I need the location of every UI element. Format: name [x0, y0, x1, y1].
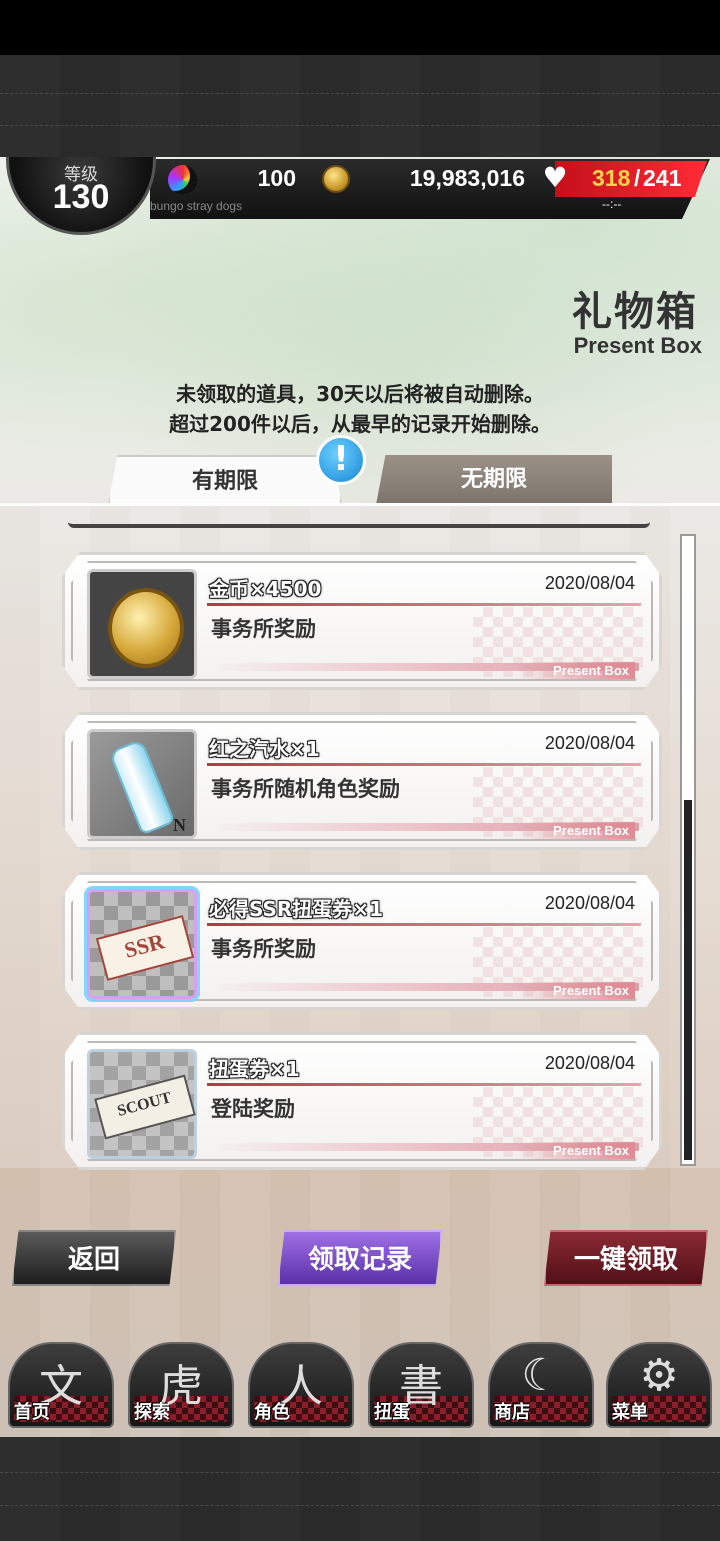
item-description: 登陆奖励 — [211, 1097, 295, 1121]
shop-crescent-icon: ☾ — [521, 1350, 561, 1401]
present-item[interactable]: 扭蛋券×1 2020/08/04 登陆奖励 Present Box — [62, 1032, 662, 1170]
top-letterbox — [0, 55, 720, 157]
stamina-separator: / — [634, 165, 641, 191]
gem-count: 100 — [257, 165, 296, 191]
item-description: 事务所奖励 — [211, 617, 316, 641]
notice-line-1: 未领取的道具，30天以后将被自动删除。 — [176, 382, 544, 406]
item-date: 2020/08/04 — [544, 733, 635, 753]
tab-limited[interactable]: 有期限 — [108, 455, 342, 505]
item-footer: Present Box — [513, 982, 635, 999]
nav-label: 菜单 — [612, 1402, 648, 1423]
present-item[interactable]: N 红之汽水×1 2020/08/04 事务所随机角色奖励 Present Bo… — [62, 712, 662, 850]
nav-label: 扭蛋 — [374, 1402, 410, 1423]
present-item[interactable]: 必得SSR扭蛋券×1 2020/08/04 事务所奖励 Present Box — [62, 872, 662, 1010]
scrollbar-thumb[interactable] — [684, 800, 692, 1160]
item-name: 金币×4500 — [209, 577, 322, 601]
stamina-max: 241 — [643, 165, 682, 191]
status-bar-area — [0, 0, 720, 55]
game-subtitle: bungo stray dogs — [150, 199, 243, 213]
tab-unlimited[interactable]: 无期限 — [376, 455, 612, 505]
rainbow-crescent-icon — [168, 165, 198, 195]
nav-label: 角色 — [254, 1402, 290, 1423]
page-title: 礼物箱 — [572, 289, 698, 335]
gold-coin-icon — [322, 165, 350, 193]
game-screen: bungo stray dogs 100 19,983,016 ♥ 318 / … — [0, 157, 720, 1437]
nav-menu[interactable]: ⚙ 菜单 — [606, 1342, 712, 1428]
bottom-nav: 文 首页 虎 探索 人 角色 書 扭蛋 ☾ 商店 ⚙ 菜单 — [0, 1322, 720, 1437]
item-footer: Present Box — [513, 822, 635, 839]
nav-label: 探索 — [134, 1402, 170, 1423]
nav-characters[interactable]: 人 角色 — [248, 1342, 354, 1428]
list-scrollbar[interactable] — [680, 534, 696, 1166]
item-name: 扭蛋券×1 — [209, 1057, 300, 1081]
gear-icon: ⚙ — [639, 1350, 679, 1401]
stamina-current: 318 — [592, 165, 631, 191]
claim-all-button[interactable]: 一键领取 — [544, 1230, 708, 1286]
nav-label: 商店 — [494, 1402, 530, 1423]
nav-shop[interactable]: ☾ 商店 — [488, 1342, 594, 1428]
item-footer: Present Box — [513, 662, 635, 679]
level-value: 130 — [52, 178, 110, 216]
item-date: 2020/08/04 — [544, 1053, 635, 1073]
present-item[interactable]: 金币×4500 2020/08/04 事务所奖励 Present Box — [62, 552, 662, 690]
scout-ticket-icon — [87, 1049, 197, 1159]
item-description: 事务所随机角色奖励 — [211, 777, 400, 801]
ssr-ticket-icon — [87, 889, 197, 999]
back-button[interactable]: 返回 — [12, 1230, 176, 1286]
stamina-box — [555, 161, 707, 197]
stamina-timer: --:-- — [602, 197, 622, 211]
heart-icon: ♥ — [542, 161, 568, 194]
list-top-edge — [68, 520, 650, 528]
nav-explore[interactable]: 虎 探索 — [128, 1342, 234, 1428]
item-name: 红之汽水×1 — [209, 737, 320, 761]
notice-line-2: 超过200件以后，从最早的记录开始删除。 — [169, 412, 551, 436]
page-subtitle: Present Box — [573, 333, 702, 358]
present-list[interactable]: 金币×4500 2020/08/04 事务所奖励 Present Box N 红… — [0, 503, 720, 1170]
nav-label: 首页 — [14, 1402, 50, 1423]
claim-history-button[interactable]: 领取记录 — [278, 1230, 442, 1286]
nav-gacha[interactable]: 書 扭蛋 — [368, 1342, 474, 1428]
item-footer: Present Box — [513, 1142, 635, 1159]
bottom-letterbox — [0, 1437, 720, 1541]
gold-coin-icon — [87, 569, 197, 679]
rarity-label: N — [173, 815, 186, 835]
item-date: 2020/08/04 — [544, 893, 635, 913]
item-name: 必得SSR扭蛋券×1 — [209, 897, 383, 921]
nav-home[interactable]: 文 首页 — [8, 1342, 114, 1428]
item-date: 2020/08/04 — [544, 573, 635, 593]
coin-count: 19,983,016 — [409, 165, 525, 191]
alert-icon: ! — [316, 435, 366, 485]
notice-text: 未领取的道具，30天以后将被自动删除。 超过200件以后，从最早的记录开始删除。 — [0, 379, 720, 439]
item-description: 事务所奖励 — [211, 937, 316, 961]
